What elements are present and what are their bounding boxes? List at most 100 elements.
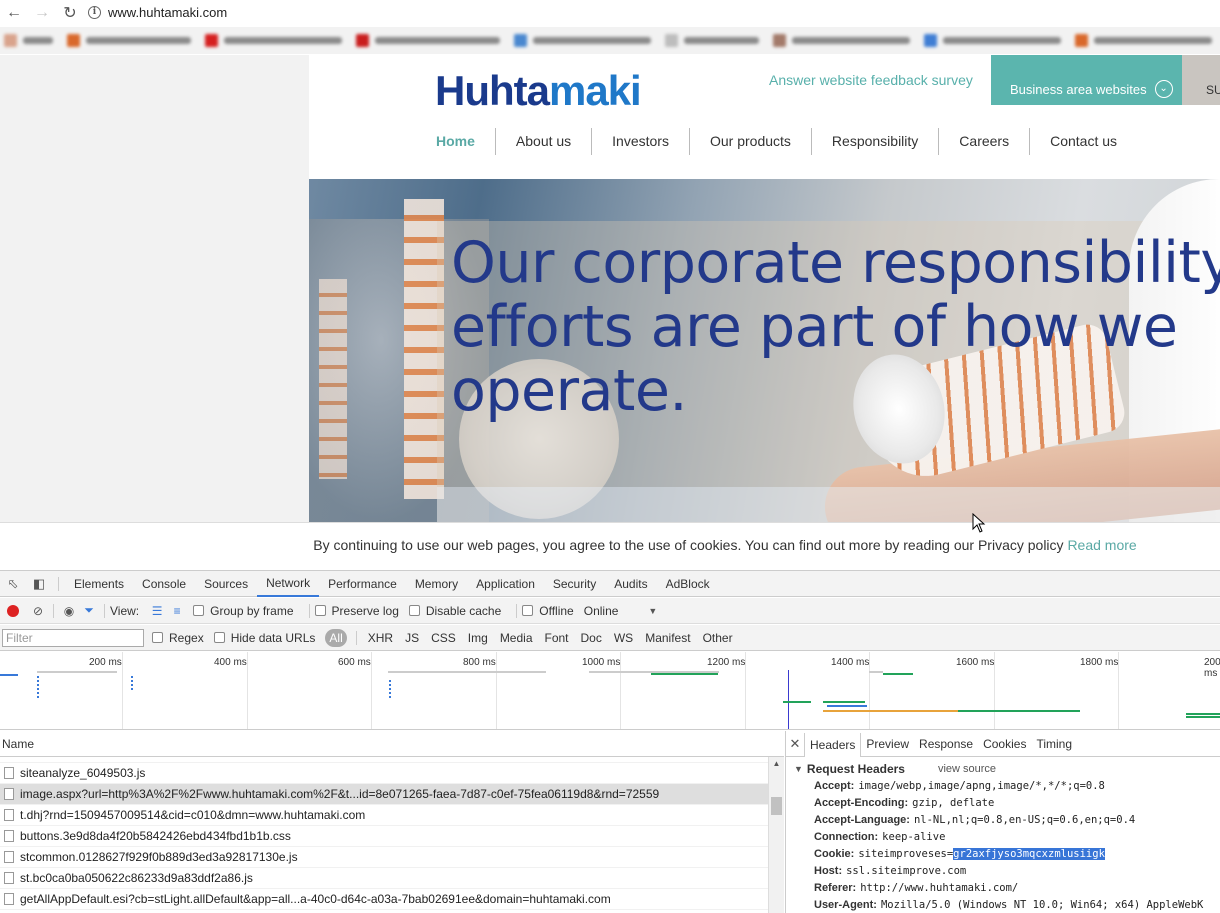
tab-memory[interactable]: Memory (406, 571, 467, 597)
hide-data-urls-checkbox[interactable]: Hide data URLs (213, 631, 315, 645)
inspect-element-icon[interactable]: ⬁ (0, 571, 26, 597)
hero-headline-line: operate. (451, 358, 688, 424)
header-row: Cookie: siteimproveses=gr2axfjyso3mqcxzml… (786, 846, 1220, 863)
tab-application[interactable]: Application (467, 571, 544, 597)
large-rows-icon[interactable]: ☰ (147, 604, 167, 618)
close-icon[interactable]: ✕ (786, 736, 804, 752)
table-row[interactable]: t.dhj?rnd=1509457009514&cid=c010&dmn=www… (0, 805, 768, 826)
request-list-scrollbar[interactable]: ▲ (768, 757, 784, 913)
tab-sources[interactable]: Sources (195, 571, 257, 597)
name-column-header[interactable]: Name (0, 731, 784, 757)
filter-type-xhr[interactable]: XHR (362, 629, 399, 647)
table-row[interactable]: stcommon.0128627f929f0b889d3ed3a92817130… (0, 847, 768, 868)
forward-arrow-icon[interactable]: → (28, 0, 56, 25)
huhtamaki-logo[interactable]: Huhtamaki (435, 67, 642, 115)
selected-cookie-value[interactable]: gr2axfjyso3mqcxzmlusiigk (953, 848, 1105, 860)
scrollbar-thumb[interactable] (771, 797, 782, 815)
file-icon (4, 872, 14, 884)
request-headers-section[interactable]: ▼ Request Headers view source (786, 760, 1220, 778)
filter-type-ws[interactable]: WS (608, 629, 639, 647)
view-source-link[interactable]: view source (938, 763, 996, 775)
nav-careers[interactable]: Careers (939, 128, 1031, 155)
bookmark-item[interactable] (356, 34, 500, 47)
checkbox-box[interactable] (193, 605, 205, 616)
device-toolbar-icon[interactable]: ◧ (26, 571, 52, 597)
table-row[interactable]: getAllAppDefault.esi?cb=stLight.allDefau… (0, 889, 768, 910)
checkbox-box[interactable] (522, 605, 534, 616)
url-field[interactable]: i www.huhtamaki.com (88, 2, 1218, 24)
table-row[interactable]: image.aspx?url=http%3A%2F%2Fwww.huhtamak… (0, 784, 768, 805)
bookmark-item[interactable] (514, 34, 651, 47)
checkbox-box[interactable] (408, 605, 420, 616)
bookmarks-bar (0, 27, 1220, 54)
waterfall-view-icon[interactable]: ≡ (167, 604, 187, 618)
preserve-log-checkbox[interactable]: Preserve log (314, 604, 399, 618)
reload-icon[interactable]: ↻ (56, 0, 84, 25)
filter-icon[interactable]: ⏷ (79, 603, 99, 618)
subscribe-button[interactable]: SU (1182, 55, 1220, 105)
checkbox-box[interactable] (152, 632, 163, 643)
cookie-read-more-link[interactable]: Read more (1067, 537, 1136, 553)
info-icon[interactable]: i (88, 6, 101, 19)
filter-type-media[interactable]: Media (494, 629, 539, 647)
scroll-up-arrow-icon[interactable]: ▲ (769, 757, 784, 771)
dropdown-arrow-icon[interactable]: ▼ (648, 606, 657, 616)
offline-checkbox[interactable]: Offline (522, 604, 574, 618)
tab-network[interactable]: Network (257, 571, 320, 597)
bookmark-item[interactable] (4, 34, 53, 47)
bookmark-item[interactable] (67, 34, 191, 47)
nav-responsibility[interactable]: Responsibility (812, 128, 940, 155)
record-icon[interactable] (7, 604, 19, 617)
timeline-tick-label: 600 ms (338, 657, 371, 668)
feedback-survey-link[interactable]: Answer website feedback survey (769, 72, 973, 88)
screenshot-camera-icon[interactable]: ◉ (59, 604, 79, 618)
tab-response[interactable]: Response (914, 731, 978, 757)
filter-input[interactable]: Filter (2, 628, 144, 647)
network-overview-timeline[interactable]: 200 ms 400 ms 600 ms 800 ms 1000 ms 1200… (0, 652, 1220, 730)
nav-home[interactable]: Home (436, 128, 496, 155)
filter-type-font[interactable]: Font (539, 629, 575, 647)
bookmark-item[interactable] (1075, 34, 1212, 47)
tab-headers[interactable]: Headers (804, 732, 862, 757)
disable-cache-checkbox[interactable]: Disable cache (408, 604, 501, 618)
tab-timing[interactable]: Timing (1031, 731, 1077, 757)
bookmark-item[interactable] (924, 34, 1061, 47)
tab-elements[interactable]: Elements (65, 571, 133, 597)
table-row[interactable]: buttons.3e9d8da4f20b5842426ebd434fbd1b1b… (0, 826, 768, 847)
tab-preview[interactable]: Preview (861, 731, 914, 757)
devtools-tab-bar: ⬁ ◧ Elements Console Sources Network Per… (0, 571, 1220, 597)
back-arrow-icon[interactable]: ← (0, 0, 28, 25)
tab-performance[interactable]: Performance (319, 571, 406, 597)
nav-contact-us[interactable]: Contact us (1030, 128, 1137, 155)
expand-triangle-icon[interactable]: ▼ (794, 764, 803, 774)
bookmark-item[interactable] (773, 34, 910, 47)
tab-adblock[interactable]: AdBlock (657, 571, 719, 597)
table-row[interactable]: siteanalyze_6049503.js (0, 763, 768, 784)
request-bar (0, 674, 18, 676)
throttling-select[interactable]: Online (584, 604, 619, 618)
bookmark-item[interactable] (665, 34, 759, 47)
business-area-websites-button[interactable]: Business area websites ⌄ (991, 55, 1182, 105)
group-by-frame-checkbox[interactable]: Group by frame (193, 604, 294, 618)
clear-icon[interactable]: ⊘ (28, 604, 48, 618)
tab-audits[interactable]: Audits (605, 571, 656, 597)
filter-type-manifest[interactable]: Manifest (639, 629, 696, 647)
checkbox-box[interactable] (213, 632, 225, 643)
regex-checkbox[interactable]: Regex (152, 631, 204, 645)
filter-type-all[interactable]: All (325, 628, 347, 647)
filter-type-img[interactable]: Img (462, 629, 494, 647)
nav-investors[interactable]: Investors (592, 128, 690, 155)
bookmark-item[interactable] (205, 34, 342, 47)
filter-type-js[interactable]: JS (399, 629, 425, 647)
filter-type-doc[interactable]: Doc (575, 629, 608, 647)
table-row[interactable]: st.bc0ca0ba050622c86233d9a83ddf2a86.js (0, 868, 768, 889)
checkbox-box[interactable] (314, 605, 326, 616)
tab-security[interactable]: Security (544, 571, 605, 597)
tab-console[interactable]: Console (133, 571, 195, 597)
header-key: Cookie: (814, 848, 855, 860)
nav-about-us[interactable]: About us (496, 128, 593, 155)
tab-cookies[interactable]: Cookies (978, 731, 1031, 757)
filter-type-other[interactable]: Other (697, 629, 739, 647)
filter-type-css[interactable]: CSS (425, 629, 462, 647)
nav-our-products[interactable]: Our products (690, 128, 812, 155)
